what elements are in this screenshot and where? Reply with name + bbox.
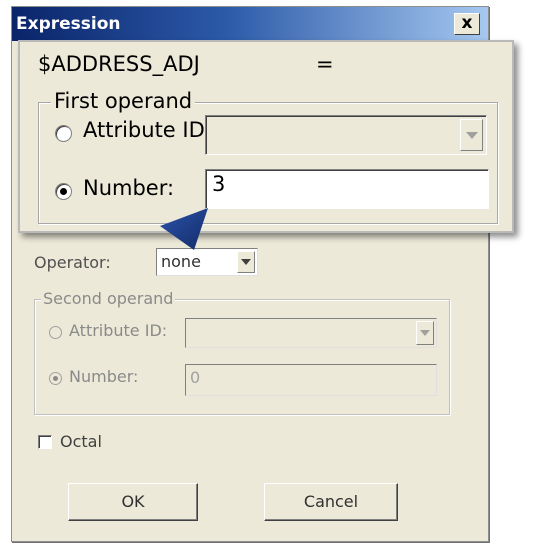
chevron-down-icon (420, 330, 430, 336)
ok-button[interactable]: OK (68, 483, 198, 521)
title-bar[interactable]: Expression x (12, 7, 488, 41)
chevron-down-icon (466, 132, 478, 139)
first-number-value: 3 (212, 172, 226, 196)
first-attribute-dropdown-button[interactable] (460, 119, 483, 151)
close-icon: x (461, 13, 473, 33)
operator-value: none (161, 252, 201, 271)
callout-pointer-icon (160, 208, 208, 250)
first-attribute-radio[interactable] (55, 125, 72, 142)
first-operand-legend: First operand (51, 89, 196, 113)
first-number-label: Number: (83, 176, 175, 200)
second-attribute-label: Attribute ID: (69, 321, 168, 340)
second-operand-group: Second operand Attribute ID: Number: 0 (34, 289, 450, 415)
equals-sign: = (316, 52, 334, 76)
first-attribute-select[interactable] (205, 115, 487, 155)
first-operand-group: First operand Attribute ID: Number: 3 (38, 89, 498, 224)
second-number-label: Number: (69, 367, 139, 386)
first-attribute-label: Attribute ID: (83, 118, 212, 142)
zoom-callout: $ADDRESS_ADJ = First operand Attribute I… (18, 40, 514, 233)
second-attribute-select[interactable] (185, 318, 437, 348)
second-number-radio[interactable] (49, 372, 62, 385)
second-number-value: 0 (190, 368, 201, 387)
second-operand-legend: Second operand (41, 289, 176, 308)
second-number-field[interactable]: 0 (185, 364, 437, 396)
variable-name: $ADDRESS_ADJ (38, 52, 200, 76)
close-button[interactable]: x (454, 13, 480, 35)
operator-label: Operator: (34, 253, 111, 272)
octal-label: Octal (60, 432, 102, 451)
octal-checkbox[interactable] (38, 435, 52, 449)
cancel-button[interactable]: Cancel (264, 483, 398, 521)
second-attribute-dropdown-button[interactable] (416, 321, 434, 345)
second-attribute-radio[interactable] (49, 326, 62, 339)
operator-select[interactable]: none (156, 248, 258, 276)
operator-dropdown-button[interactable] (237, 251, 255, 273)
first-number-field[interactable]: 3 (205, 169, 489, 209)
dialog-title: Expression (16, 14, 121, 34)
chevron-down-icon (241, 259, 251, 265)
first-number-radio[interactable] (55, 183, 72, 200)
